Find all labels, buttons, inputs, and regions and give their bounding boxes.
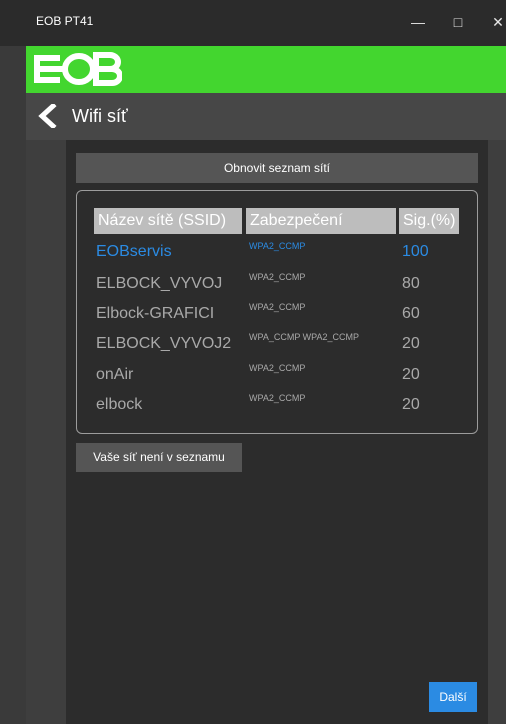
brand-bar <box>26 46 506 93</box>
eob-logo-icon <box>34 52 122 86</box>
network-security: WPA2_CCMP <box>249 272 306 282</box>
network-ssid: EOBservis <box>96 243 172 260</box>
column-header-ssid: Název sítě (SSID) <box>94 208 242 234</box>
left-margin <box>26 140 66 724</box>
window-title: EOB PT41 <box>36 14 94 28</box>
network-not-listed-button[interactable]: Vaše síť není v seznamu <box>76 443 242 472</box>
page-title: Wifi síť <box>72 106 128 126</box>
back-arrow-icon[interactable] <box>36 104 60 128</box>
network-signal: 100 <box>402 243 429 260</box>
network-signal: 60 <box>402 305 420 322</box>
network-security: WPA2_CCMP <box>249 363 306 373</box>
network-ssid: ELBOCK_VYVOJ <box>96 275 223 292</box>
column-header-signal: Sig.(%) <box>399 208 459 234</box>
refresh-networks-button[interactable]: Obnovit seznam sítí <box>76 153 478 183</box>
network-signal: 20 <box>402 396 420 413</box>
minimize-button[interactable]: — <box>404 10 432 34</box>
column-header-security: Zabezpečení <box>246 208 396 234</box>
app-window: EOB PT41 — □ ✕ Wifi síť Obnovit seznam s… <box>0 0 506 724</box>
network-security: WPA2_CCMP <box>249 302 306 312</box>
network-signal: 80 <box>402 275 420 292</box>
network-security: WPA2_CCMP <box>249 393 306 403</box>
title-bar: EOB PT41 — □ ✕ <box>0 0 506 46</box>
network-security: WPA2_CCMP <box>249 241 306 251</box>
network-ssid: Elbock-GRAFICI <box>96 305 215 322</box>
network-signal: 20 <box>402 366 420 383</box>
maximize-button[interactable]: □ <box>444 10 472 34</box>
network-ssid: ELBOCK_VYVOJ2 <box>96 335 232 352</box>
network-signal: 20 <box>402 335 420 352</box>
page-header: Wifi síť <box>26 93 506 140</box>
close-button[interactable]: ✕ <box>484 10 506 34</box>
network-security: WPA_CCMP WPA2_CCMP <box>249 332 360 342</box>
network-ssid: onAir <box>96 366 134 383</box>
next-button[interactable]: Další <box>429 682 477 712</box>
right-margin <box>488 140 506 724</box>
network-ssid: elbock <box>96 396 143 413</box>
